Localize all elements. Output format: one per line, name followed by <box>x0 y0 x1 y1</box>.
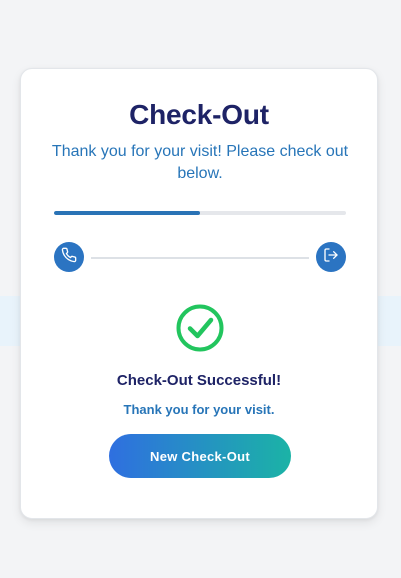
progress-bar-fill <box>54 211 200 215</box>
page-subtitle: Thank you for your visit! Please check o… <box>51 143 349 182</box>
exit-icon <box>323 247 339 268</box>
checkout-card: Check-Out Thank you for your visit! Plea… <box>20 68 378 519</box>
step-phone <box>54 242 84 272</box>
progress-bar <box>54 211 346 215</box>
page-title: Check-Out <box>129 99 269 130</box>
step-exit <box>316 242 346 272</box>
success-message: Thank you for your visit. <box>123 402 275 417</box>
check-circle-icon <box>175 303 225 353</box>
step-connector <box>91 257 309 259</box>
new-checkout-button[interactable]: New Check-Out <box>109 434 291 478</box>
success-title: Check-Out Successful! <box>116 372 282 389</box>
phone-icon <box>61 247 77 268</box>
